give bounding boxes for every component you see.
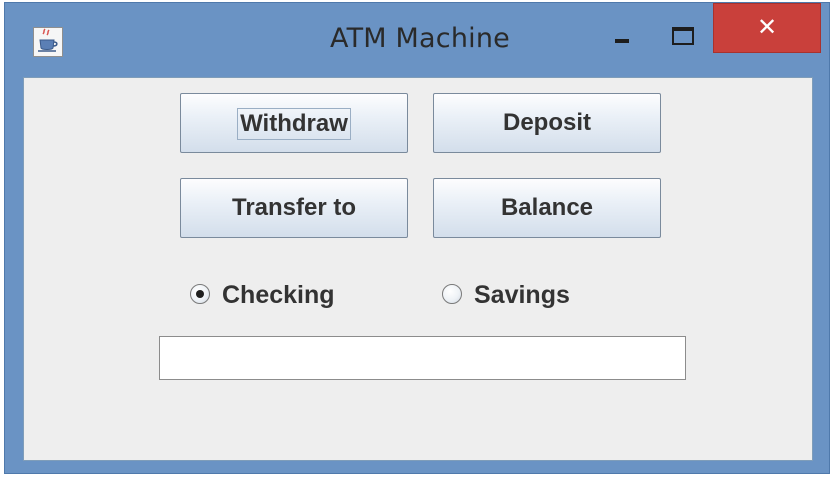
- checking-radio-circle: [190, 284, 210, 304]
- savings-radio-circle: [442, 284, 462, 304]
- checking-radio[interactable]: Checking: [190, 280, 380, 310]
- close-button[interactable]: ✕: [713, 3, 821, 53]
- window-title: ATM Machine: [330, 23, 510, 54]
- balance-button[interactable]: Balance: [433, 178, 661, 238]
- withdraw-button[interactable]: Withdraw: [180, 93, 408, 153]
- atm-window: ATM Machine ✕ Withdraw Deposit Transfer …: [4, 2, 830, 474]
- savings-radio[interactable]: Savings: [442, 280, 612, 310]
- maximize-button[interactable]: [667, 22, 701, 50]
- amount-input[interactable]: [159, 336, 686, 380]
- deposit-button[interactable]: Deposit: [433, 93, 661, 153]
- java-cup-icon[interactable]: [33, 27, 63, 57]
- checking-radio-label: Checking: [222, 281, 335, 309]
- withdraw-button-label: Withdraw: [237, 107, 351, 140]
- savings-radio-label: Savings: [474, 281, 570, 309]
- minimize-button[interactable]: [607, 27, 641, 55]
- radio-selected-dot: [196, 290, 204, 298]
- transfer-to-button[interactable]: Transfer to: [180, 178, 408, 238]
- minimize-icon: [615, 39, 629, 43]
- title-bar[interactable]: ATM Machine ✕: [5, 3, 829, 77]
- close-icon: ✕: [756, 13, 778, 41]
- maximize-icon: [672, 27, 694, 45]
- content-panel: Withdraw Deposit Transfer to Balance Che…: [23, 77, 813, 461]
